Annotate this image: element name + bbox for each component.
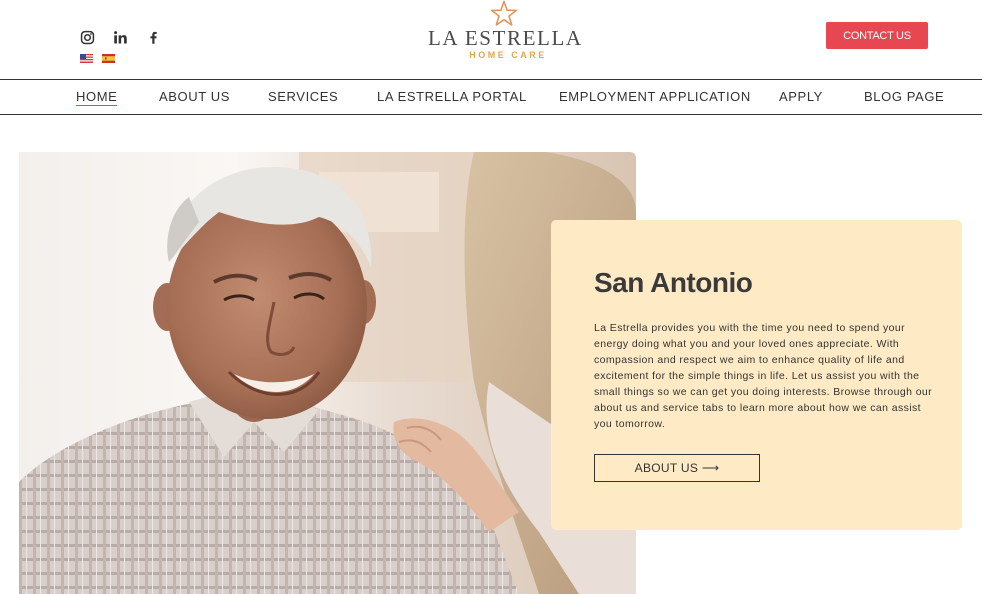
hero-description: La Estrella provides you with the time y… [594, 322, 933, 430]
nav-item-blog-page[interactable]: BLOG PAGE [864, 89, 944, 104]
us-flag-icon[interactable] [80, 54, 93, 63]
about-us-button[interactable]: ABOUT US ⟶ [594, 454, 760, 482]
language-switcher [80, 54, 115, 63]
nav-item-apply[interactable]: APPLY [779, 89, 823, 104]
star-logo-icon [490, 0, 518, 26]
instagram-icon[interactable] [79, 29, 96, 46]
facebook-icon[interactable] [145, 29, 162, 46]
hero-title: San Antonio [594, 267, 753, 298]
logo-subtitle: HOME CARE [469, 50, 547, 60]
nav-item-home[interactable]: HOME [76, 89, 118, 106]
nav-item-employment-application[interactable]: EMPLOYMENT APPLICATION [559, 89, 751, 104]
nav-item-services[interactable]: SERVICES [268, 89, 338, 104]
site-logo[interactable]: LA ESTRELLA HOME CARE [428, 0, 583, 64]
spain-flag-icon[interactable] [102, 54, 115, 63]
hero-photo [19, 152, 636, 594]
contact-us-button[interactable]: CONTACT US [826, 22, 928, 49]
hero-card: San Antonio La Estrella provides you wit… [551, 220, 962, 530]
nav-item-about-us[interactable]: ABOUT US [159, 89, 230, 104]
site-header: LA ESTRELLA HOME CARE CONTACT US [0, 0, 982, 80]
main-nav: HOME ABOUT US SERVICES LA ESTRELLA PORTA… [0, 79, 982, 115]
linkedin-icon[interactable] [112, 29, 129, 46]
nav-item-la-estrella-portal[interactable]: LA ESTRELLA PORTAL [377, 89, 527, 104]
logo-name: LA ESTRELLA [428, 26, 583, 50]
social-links [79, 29, 162, 46]
